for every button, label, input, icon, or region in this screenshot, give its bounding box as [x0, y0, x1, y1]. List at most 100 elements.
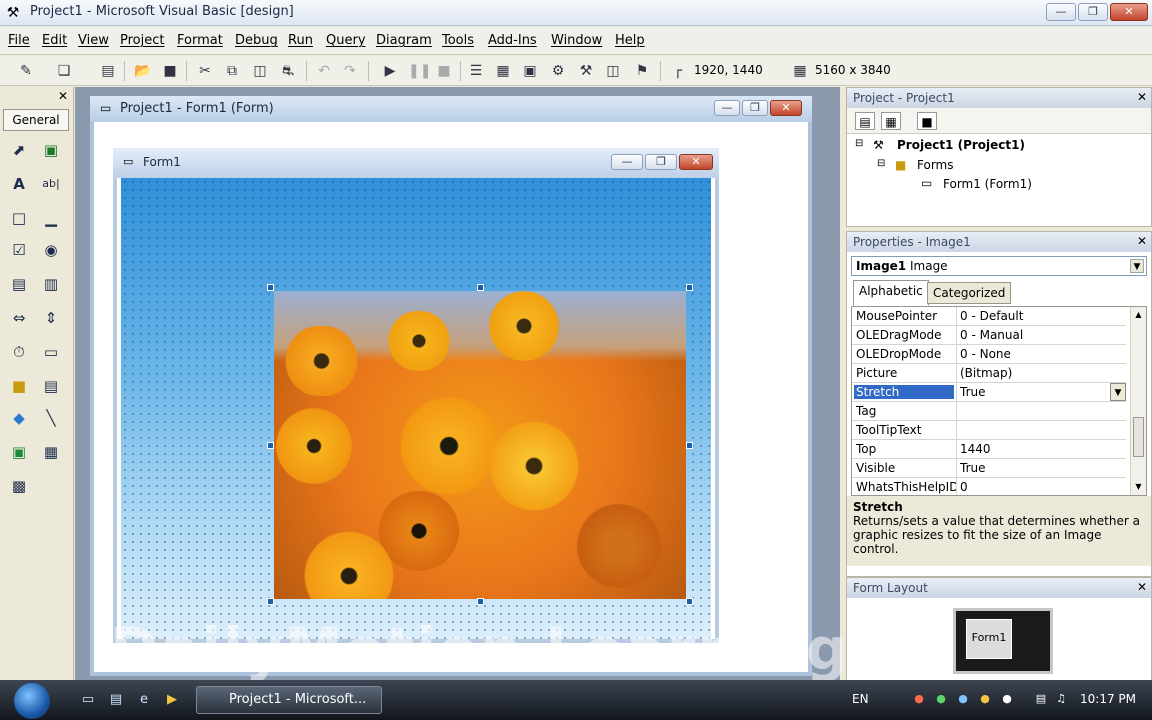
property-scrollbar[interactable]: ▲ ▼ [1130, 307, 1146, 495]
end-icon[interactable]: ■ [434, 61, 454, 81]
vscrollbar-tool-icon[interactable]: ⇕ [38, 305, 64, 331]
view-object-icon[interactable]: ▦ [881, 112, 901, 130]
timer-tool-icon[interactable]: ⏱ [6, 339, 32, 365]
drivelistbox-tool-icon[interactable]: ▭ [38, 339, 64, 365]
designer-close-button[interactable]: ✕ [770, 100, 802, 116]
image1-control[interactable] [274, 291, 686, 599]
frame-tool-icon[interactable]: □ [6, 205, 32, 231]
property-row[interactable]: Picture (Bitmap) [852, 364, 1126, 383]
form1-client-area[interactable] [121, 178, 711, 639]
optionbutton-tool-icon[interactable]: ◉ [38, 237, 64, 263]
tray-icon[interactable]: ● [956, 692, 970, 706]
combobox-tool-icon[interactable]: ▤ [6, 271, 32, 297]
property-row[interactable]: ToolTipText [852, 421, 1126, 440]
open-project-icon[interactable]: 📂 [133, 61, 153, 81]
tray-icon[interactable]: ● [978, 692, 992, 706]
internet-explorer-icon[interactable]: e [136, 692, 152, 708]
project-root-node[interactable]: Project1 (Project1) [897, 138, 1025, 152]
form-layout-close-icon[interactable]: ✕ [1137, 580, 1147, 594]
property-row-selected[interactable]: Stretch True ▼ [852, 383, 1126, 402]
menu-add-ins[interactable]: Add-Ins [488, 33, 537, 48]
property-row[interactable]: Visible True [852, 459, 1126, 478]
properties-window-icon[interactable]: ▦ [493, 61, 513, 81]
toggle-folders-icon[interactable]: ■ [917, 112, 937, 130]
media-player-icon[interactable]: ▶ [164, 692, 180, 708]
line-tool-icon[interactable]: ╲ [38, 405, 64, 431]
menu-debug[interactable]: Debug [235, 33, 278, 48]
toolbox-close-icon[interactable]: ✕ [56, 89, 70, 103]
ole-tool-icon[interactable]: ▩ [6, 473, 32, 499]
picturebox-tool-icon[interactable]: ▣ [38, 137, 64, 163]
close-button[interactable]: ✕ [1110, 3, 1148, 21]
menu-window[interactable]: Window [551, 33, 602, 48]
properties-close-icon[interactable]: ✕ [1137, 234, 1147, 248]
resize-handle[interactable] [686, 442, 693, 449]
start-button[interactable] [14, 683, 50, 719]
copy-icon[interactable]: ⧉ [222, 61, 242, 81]
designer-restore-button[interactable]: ❐ [742, 100, 768, 116]
minimize-button[interactable]: — [1046, 3, 1076, 21]
resize-handle[interactable] [477, 598, 484, 605]
listbox-tool-icon[interactable]: ▥ [38, 271, 64, 297]
menu-tools[interactable]: Tools [442, 33, 474, 48]
data-view-icon[interactable]: ◫ [603, 61, 623, 81]
filelistbox-tool-icon[interactable]: ▤ [38, 373, 64, 399]
menu-query[interactable]: Query [326, 33, 366, 48]
pointer-tool-icon[interactable]: ⬈ [6, 137, 32, 163]
form1-window[interactable]: ▭ Form1 — ❐ ✕ [113, 148, 719, 643]
form-layout-icon[interactable]: ▣ [520, 61, 540, 81]
restore-button[interactable]: ❐ [1078, 3, 1108, 21]
designer-minimize-button[interactable]: — [714, 100, 740, 116]
resize-handle[interactable] [686, 598, 693, 605]
resize-handle[interactable] [477, 284, 484, 291]
scroll-up-icon[interactable]: ▲ [1133, 309, 1144, 321]
project-explorer-icon[interactable]: ☰ [466, 61, 486, 81]
menu-view[interactable]: View [78, 33, 109, 48]
break-icon[interactable]: ❚❚ [408, 61, 431, 81]
resize-handle[interactable] [267, 442, 274, 449]
value-dropdown-icon[interactable]: ▼ [1110, 383, 1126, 401]
resize-handle[interactable] [267, 598, 274, 605]
undo-icon[interactable]: ↶ [314, 61, 334, 81]
commandbutton-tool-icon[interactable]: ▁ [38, 205, 64, 231]
collapse-icon[interactable]: ⊟ [855, 138, 863, 149]
component-manager-icon[interactable]: ⚑ [632, 61, 652, 81]
toolbox-icon[interactable]: ⚒ [576, 61, 596, 81]
tab-alphabetic[interactable]: Alphabetic [853, 280, 929, 306]
chevron-down-icon[interactable]: ▼ [1130, 259, 1144, 273]
property-row[interactable]: OLEDragMode 0 - Manual [852, 326, 1126, 345]
folder-collapse-icon[interactable]: ⊟ [877, 158, 885, 169]
view-code-icon[interactable]: ▤ [855, 112, 875, 130]
project-explorer-close-icon[interactable]: ✕ [1137, 90, 1147, 104]
object-selector[interactable]: Image1 Image ▼ [851, 256, 1147, 276]
tray-icon[interactable]: ● [934, 692, 948, 706]
save-project-icon[interactable]: ■ [160, 61, 180, 81]
clock[interactable]: 10:17 PM [1080, 692, 1136, 706]
form1-layout-thumbnail[interactable]: Form1 [966, 619, 1012, 659]
resize-handle[interactable] [267, 284, 274, 291]
tab-categorized[interactable]: Categorized [927, 282, 1012, 304]
label-tool-icon[interactable]: A [6, 171, 32, 197]
start-icon[interactable]: ▶ [380, 61, 400, 81]
image-tool-icon[interactable]: ▣ [6, 439, 32, 465]
network-icon[interactable]: ▤ [1034, 692, 1048, 706]
toolbox-tab-general[interactable]: General [3, 109, 69, 131]
resize-handle[interactable] [686, 284, 693, 291]
tray-icon[interactable]: ● [912, 692, 926, 706]
find-icon[interactable]: ⛐ [278, 61, 298, 81]
form1-node[interactable]: Form1 (Form1) [943, 177, 1032, 191]
shape-tool-icon[interactable]: ◆ [6, 405, 32, 431]
paste-icon[interactable]: ◫ [250, 61, 270, 81]
scroll-down-icon[interactable]: ▼ [1133, 481, 1144, 493]
tray-icon[interactable]: ● [1000, 692, 1014, 706]
menu-editor-icon[interactable]: ▤ [98, 61, 118, 81]
checkbox-tool-icon[interactable]: ☑ [6, 237, 32, 263]
volume-icon[interactable]: ♫ [1054, 692, 1068, 706]
cut-icon[interactable]: ✂ [195, 61, 215, 81]
hscrollbar-tool-icon[interactable]: ⇔ [6, 305, 32, 331]
redo-icon[interactable]: ↷ [340, 61, 360, 81]
data-tool-icon[interactable]: ▦ [38, 439, 64, 465]
taskbar-button-vb[interactable]: Project1 - Microsoft... [196, 686, 382, 714]
vb-app-icon[interactable]: ⚒ [4, 4, 22, 22]
property-row[interactable]: Top 1440 [852, 440, 1126, 459]
